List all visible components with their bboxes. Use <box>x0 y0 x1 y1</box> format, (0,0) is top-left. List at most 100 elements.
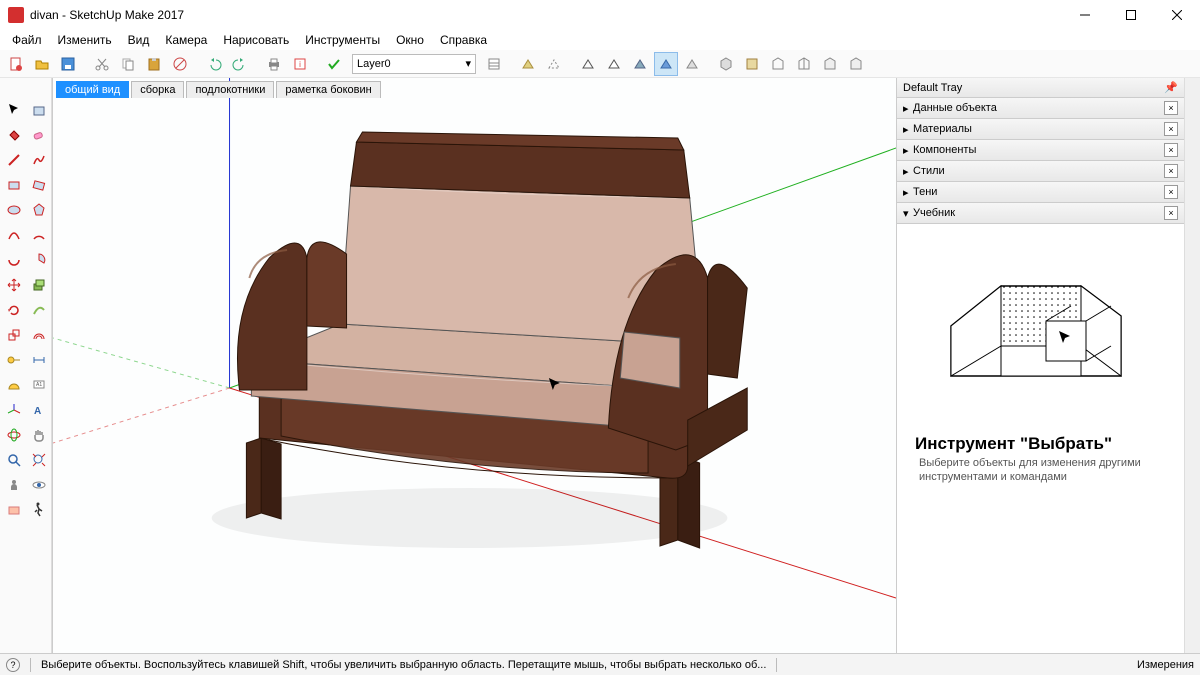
menu-camera[interactable]: Камера <box>157 31 215 49</box>
pie-tool-icon[interactable] <box>27 248 51 272</box>
left-view-icon[interactable] <box>844 52 868 76</box>
walk-tool-icon[interactable] <box>27 498 51 522</box>
minimize-button[interactable] <box>1062 0 1108 30</box>
paint-bucket-icon[interactable] <box>2 123 26 147</box>
rotated-rect-icon[interactable] <box>27 173 51 197</box>
wireframe-icon[interactable] <box>576 52 600 76</box>
right-view-icon[interactable] <box>792 52 816 76</box>
tray-panel-styles[interactable]: ▸Стили× <box>897 161 1184 182</box>
zoom-extents-icon[interactable] <box>27 448 51 472</box>
protractor-icon[interactable] <box>2 373 26 397</box>
tray-panel-entity-info[interactable]: ▸Данные объекта× <box>897 98 1184 119</box>
look-around-icon[interactable] <box>27 473 51 497</box>
back-view-icon[interactable] <box>818 52 842 76</box>
top-view-icon[interactable] <box>740 52 764 76</box>
rectangle-tool-icon[interactable] <box>2 173 26 197</box>
circle-tool-icon[interactable] <box>2 198 26 222</box>
position-camera-icon[interactable] <box>2 473 26 497</box>
3d-viewport[interactable] <box>52 78 896 653</box>
3dtext-icon[interactable]: A <box>27 398 51 422</box>
offset-tool-icon[interactable] <box>27 323 51 347</box>
close-panel-icon[interactable]: × <box>1164 164 1178 178</box>
layer-select[interactable]: Layer0 ▾ <box>352 54 476 74</box>
menu-help[interactable]: Справка <box>432 31 495 49</box>
print-icon[interactable] <box>262 52 286 76</box>
xray-icon[interactable] <box>516 52 540 76</box>
tray-panel-components[interactable]: ▸Компоненты× <box>897 140 1184 161</box>
undo-icon[interactable] <box>202 52 226 76</box>
new-file-icon[interactable] <box>4 52 28 76</box>
move-tool-icon[interactable] <box>2 273 26 297</box>
arc-tool-icon[interactable] <box>2 223 26 247</box>
dimension-tool-icon[interactable] <box>27 348 51 372</box>
menu-draw[interactable]: Нарисовать <box>215 31 297 49</box>
layer-select-value: Layer0 <box>357 58 391 70</box>
make-component-icon[interactable] <box>27 98 51 122</box>
paste-icon[interactable] <box>142 52 166 76</box>
menu-view[interactable]: Вид <box>120 31 158 49</box>
tape-measure-icon[interactable] <box>2 348 26 372</box>
title-bar: divan - SketchUp Make 2017 <box>0 0 1200 30</box>
scene-tab-1[interactable]: сборка <box>131 81 184 98</box>
line-tool-icon[interactable] <box>2 148 26 172</box>
pan-tool-icon[interactable] <box>27 423 51 447</box>
menu-tools[interactable]: Инструменты <box>297 31 388 49</box>
shaded-icon[interactable] <box>628 52 652 76</box>
tray-panel-materials[interactable]: ▸Материалы× <box>897 119 1184 140</box>
layer-visible-icon[interactable] <box>322 52 346 76</box>
close-panel-icon[interactable]: × <box>1164 206 1178 220</box>
cut-icon[interactable] <box>90 52 114 76</box>
menu-file[interactable]: Файл <box>4 31 50 49</box>
freehand-icon[interactable] <box>27 148 51 172</box>
zoom-tool-icon[interactable] <box>2 448 26 472</box>
delete-icon[interactable] <box>168 52 192 76</box>
close-panel-icon[interactable]: × <box>1164 185 1178 199</box>
2pt-arc-icon[interactable] <box>27 223 51 247</box>
scene-tab-2[interactable]: подлокотники <box>186 81 274 98</box>
polygon-tool-icon[interactable] <box>27 198 51 222</box>
front-view-icon[interactable] <box>766 52 790 76</box>
menu-window[interactable]: Окно <box>388 31 432 49</box>
model-info-icon[interactable]: i <box>288 52 312 76</box>
tray-title-bar[interactable]: Default Tray 📌 <box>897 78 1184 98</box>
redo-icon[interactable] <box>228 52 252 76</box>
pin-icon[interactable]: 📌 <box>1164 81 1178 94</box>
close-panel-icon[interactable]: × <box>1164 101 1178 115</box>
orbit-tool-icon[interactable] <box>2 423 26 447</box>
chevron-down-icon: ▾ <box>465 57 471 70</box>
tray-scrollbar[interactable] <box>1184 78 1200 653</box>
svg-text:A1: A1 <box>36 382 42 388</box>
backedges-icon[interactable] <box>542 52 566 76</box>
scene-tab-3[interactable]: раметка боковин <box>276 81 380 98</box>
hiddenline-icon[interactable] <box>602 52 626 76</box>
pushpull-icon[interactable] <box>27 273 51 297</box>
close-panel-icon[interactable]: × <box>1164 122 1178 136</box>
axes-tool-icon[interactable] <box>2 398 26 422</box>
status-hint: Выберите объекты. Воспользуйтесь клавише… <box>41 659 766 671</box>
monochrome-icon[interactable] <box>680 52 704 76</box>
open-file-icon[interactable] <box>30 52 54 76</box>
close-button[interactable] <box>1154 0 1200 30</box>
section-plane-icon[interactable] <box>2 498 26 522</box>
close-panel-icon[interactable]: × <box>1164 143 1178 157</box>
svg-text:i: i <box>299 60 301 69</box>
3pt-arc-icon[interactable] <box>2 248 26 272</box>
eraser-icon[interactable] <box>27 123 51 147</box>
app-icon <box>8 7 24 23</box>
tray-panel-instructor[interactable]: ▾Учебник× <box>897 203 1184 224</box>
scene-tab-0[interactable]: общий вид <box>56 81 129 98</box>
menu-edit[interactable]: Изменить <box>50 31 120 49</box>
scale-tool-icon[interactable] <box>2 323 26 347</box>
layer-manager-icon[interactable] <box>482 52 506 76</box>
select-tool-icon[interactable] <box>2 98 26 122</box>
maximize-button[interactable] <box>1108 0 1154 30</box>
shaded-textures-icon[interactable] <box>654 52 678 76</box>
help-icon[interactable]: ? <box>6 658 20 672</box>
iso-view-icon[interactable] <box>714 52 738 76</box>
text-tool-icon[interactable]: A1 <box>27 373 51 397</box>
tray-panel-shadows[interactable]: ▸Тени× <box>897 182 1184 203</box>
copy-icon[interactable] <box>116 52 140 76</box>
followme-icon[interactable] <box>27 298 51 322</box>
rotate-tool-icon[interactable] <box>2 298 26 322</box>
save-icon[interactable] <box>56 52 80 76</box>
